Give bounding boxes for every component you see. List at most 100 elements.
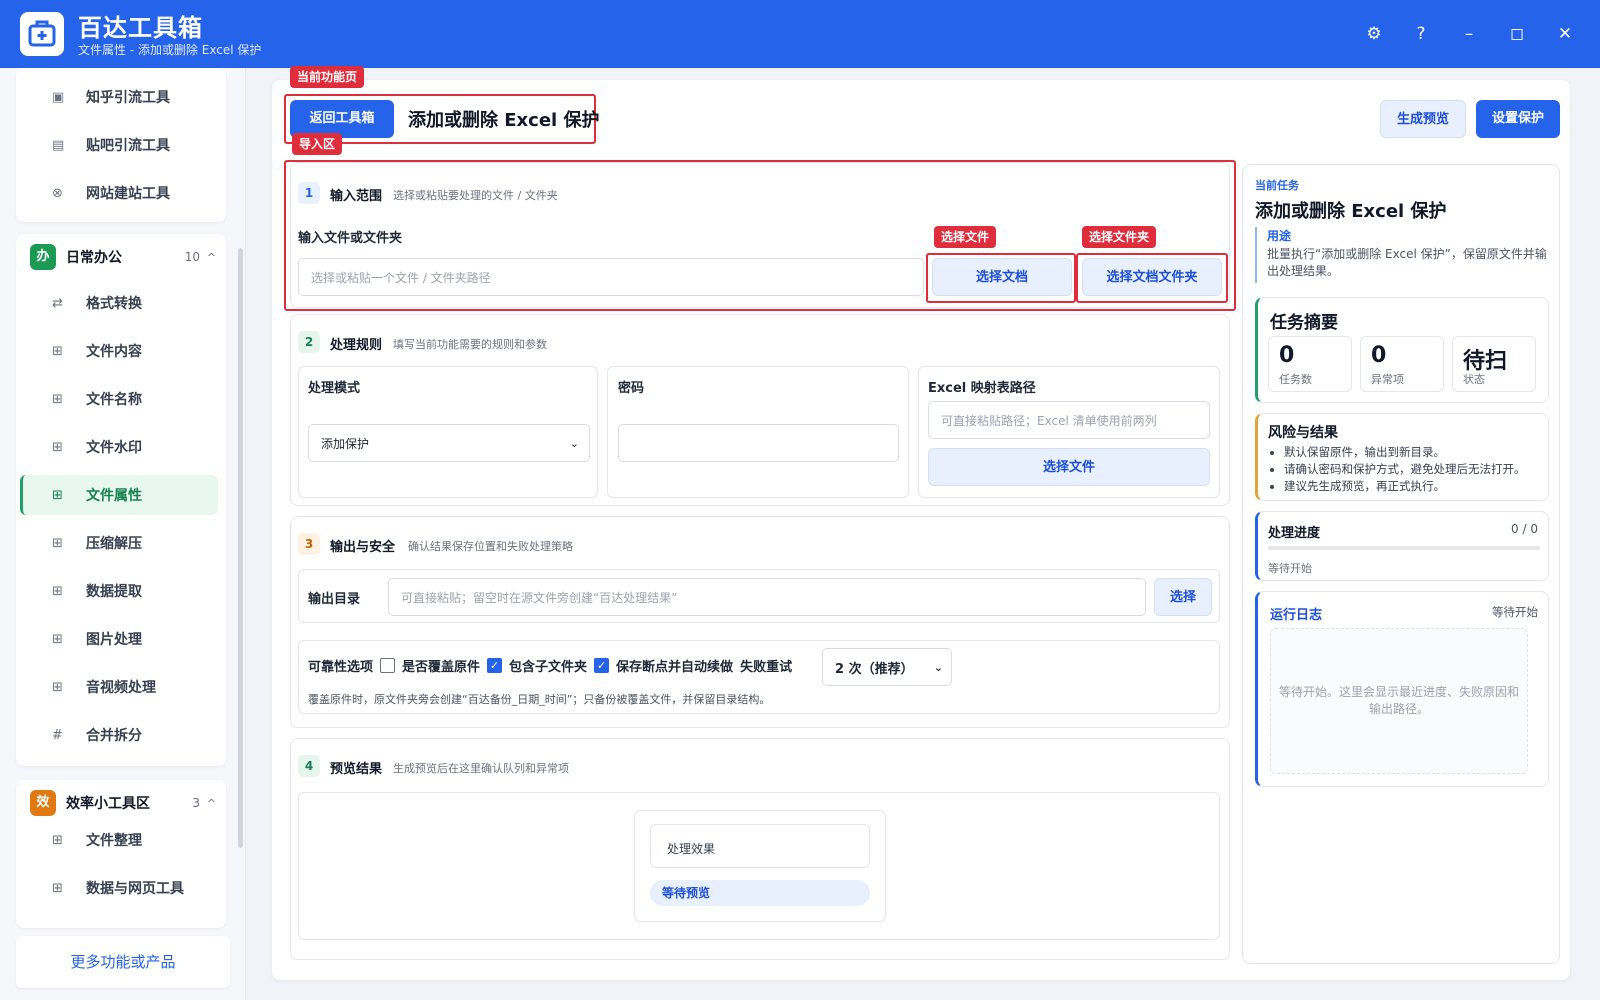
- sidebar-item-efficiency-1[interactable]: ⊞ 数据与网页工具: [20, 868, 218, 908]
- stat-status: 待扫 状态: [1452, 336, 1536, 392]
- tool-icon: ⊞: [52, 391, 63, 407]
- select-document-folder-button[interactable]: 选择文档文件夹: [1082, 258, 1222, 296]
- sidebar-item-label: 文件水印: [86, 440, 142, 456]
- log-output-area[interactable]: 等待开始。这里会显示最近进度、失败原因和输出路径。: [1270, 628, 1528, 774]
- progress-card: 处理进度 0 / 0 等待开始: [1255, 511, 1549, 581]
- tool-icon: ▤: [52, 137, 65, 153]
- tool-icon: ⊗: [52, 185, 63, 201]
- sidebar-item-label: 音视频处理: [86, 680, 156, 696]
- overwrite-checkbox[interactable]: [380, 658, 396, 673]
- mode-select[interactable]: 添加保护 ⌄: [308, 424, 590, 462]
- app-logo-icon: [20, 12, 64, 56]
- stat-task-count: 0 任务数: [1268, 336, 1352, 392]
- sidebar-item-label: 知乎引流工具: [86, 90, 170, 106]
- step2-title: 处理规则: [330, 338, 383, 353]
- subfolder-label: 包含子文件夹: [509, 660, 588, 675]
- more-products-link[interactable]: 更多功能或产品: [16, 936, 230, 988]
- help-icon[interactable]: ?: [1407, 20, 1435, 48]
- set-protection-button[interactable]: 设置保护: [1476, 100, 1560, 138]
- summary-card: 任务摘要 0 任务数 0 异常项 待扫 状态: [1255, 297, 1549, 403]
- input-path-field[interactable]: 选择或粘贴一个文件 / 文件夹路径: [298, 258, 924, 296]
- chevron-down-icon: ⌄: [569, 436, 579, 450]
- mode-label: 处理模式: [308, 381, 361, 396]
- tool-icon: ⇄: [52, 295, 63, 311]
- sidebar-item-office-6[interactable]: ⊞ 数据提取: [20, 571, 218, 611]
- subfolder-checkbox[interactable]: ✓: [487, 658, 503, 673]
- sidebar-item-label: 文件内容: [86, 344, 142, 360]
- settings-icon[interactable]: ⚙: [1360, 20, 1388, 48]
- password-field[interactable]: [618, 424, 899, 462]
- usage-label: 用途: [1267, 229, 1292, 243]
- close-icon[interactable]: ✕: [1551, 20, 1579, 48]
- mode-select-value: 添加保护: [321, 436, 370, 451]
- resume-checkbox[interactable]: ✓: [594, 658, 610, 673]
- sidebar-item-office-9[interactable]: # 合并拆分: [20, 715, 218, 755]
- task-kicker: 当前任务: [1255, 179, 1299, 192]
- title-bar: 百达工具箱 文件属性 - 添加或删除 Excel 保护 ⚙ ? – ◻ ✕: [0, 0, 1600, 68]
- sidebar-item-office-0[interactable]: ⇄ 格式转换: [20, 283, 218, 323]
- sidebar-item-office-5[interactable]: ⊞ 压缩解压: [20, 523, 218, 563]
- sidebar-item-label: 数据与网页工具: [86, 881, 184, 897]
- progress-status: 等待开始: [1268, 562, 1312, 575]
- sidebar-item-office-2[interactable]: ⊞ 文件名称: [20, 379, 218, 419]
- task-title: 添加或删除 Excel 保护: [1255, 201, 1447, 222]
- step3-desc: 确认结果保存位置和失败处理策略: [408, 540, 573, 553]
- output-select-button[interactable]: 选择: [1154, 578, 1212, 616]
- retry-label: 失败重试: [740, 660, 793, 675]
- select-document-button[interactable]: 选择文档: [932, 258, 1072, 296]
- progress-bar-track: [1268, 546, 1540, 550]
- group-header-efficiency[interactable]: 效 效率小工具区 3 ^: [16, 781, 226, 825]
- sidebar-scrollbar[interactable]: [238, 248, 243, 848]
- sidebar-item-office-7[interactable]: ⊞ 图片处理: [20, 619, 218, 659]
- stat-value: 0: [1279, 343, 1295, 368]
- stat-label: 状态: [1463, 373, 1485, 386]
- mapping-select-file-button[interactable]: 选择文件: [928, 448, 1210, 486]
- retry-select-value: 2 次（推荐）: [835, 661, 914, 677]
- group-badge: 效: [30, 790, 56, 816]
- group-header-office[interactable]: 办 日常办公 10 ^: [16, 235, 226, 279]
- chevron-up-icon: ^: [206, 250, 216, 264]
- log-title: 运行日志: [1270, 608, 1323, 623]
- sidebar-item-office-8[interactable]: ⊞ 音视频处理: [20, 667, 218, 707]
- sidebar-item-label: 图片处理: [86, 632, 142, 648]
- log-status: 等待开始: [1492, 605, 1538, 619]
- retry-select[interactable]: 2 次（推荐） ⌄: [822, 648, 952, 686]
- reliability-label: 可靠性选项: [308, 660, 374, 675]
- tool-icon: ⊞: [52, 679, 63, 695]
- stat-exception-count: 0 异常项: [1360, 336, 1444, 392]
- minimize-icon[interactable]: –: [1455, 20, 1483, 48]
- tool-icon: ⊞: [52, 439, 63, 455]
- preview-status-pill: 等待预览: [650, 880, 870, 906]
- stat-value: 0: [1371, 343, 1387, 368]
- stat-label: 异常项: [1371, 373, 1404, 386]
- sidebar-item-zhihu[interactable]: ▣ 知乎引流工具: [20, 77, 218, 117]
- progress-count: 0 / 0: [1511, 522, 1538, 536]
- risk-card: 风险与结果 默认保留原件，输出到新目录。 请确认密码和保护方式，避免处理后无法打…: [1255, 413, 1549, 501]
- tool-icon: ⊞: [52, 583, 63, 599]
- output-dir-field[interactable]: 可直接粘贴；留空时在源文件旁创建“百达处理结果”: [388, 578, 1146, 616]
- sidebar-item-office-1[interactable]: ⊞ 文件内容: [20, 331, 218, 371]
- step2-number: 2: [298, 331, 320, 353]
- step3-title: 输出与安全: [330, 540, 396, 555]
- tool-icon: ⊞: [52, 535, 63, 551]
- group-count: 3: [192, 796, 200, 810]
- input-path-label: 输入文件或文件夹: [298, 231, 403, 246]
- mapping-path-field[interactable]: 可直接粘贴路径；Excel 清单使用前两列: [928, 401, 1210, 439]
- sidebar-item-label: 文件属性: [86, 488, 142, 504]
- tag-current-page: 当前功能页: [290, 66, 365, 88]
- maximize-icon[interactable]: ◻: [1503, 20, 1531, 48]
- progress-title: 处理进度: [1268, 526, 1321, 541]
- sidebar-item-efficiency-0[interactable]: ⊞ 文件整理: [20, 820, 218, 860]
- tag-select-folder: 选择文件夹: [1082, 226, 1157, 248]
- sidebar-item-office-3[interactable]: ⊞ 文件水印: [20, 427, 218, 467]
- task-panel: 当前任务 添加或删除 Excel 保护 用途 批量执行“添加或删除 Excel …: [1242, 164, 1560, 964]
- overwrite-label: 是否覆盖原件: [402, 660, 481, 675]
- step3-number: 3: [298, 533, 320, 555]
- tool-icon: ⊞: [52, 343, 63, 359]
- tool-icon: ⊞: [52, 832, 63, 848]
- sidebar-item-office-4[interactable]: ⊞ 文件属性: [20, 475, 218, 515]
- resume-label: 保存断点并自动续做: [616, 660, 734, 675]
- sidebar-item-tieba[interactable]: ▤ 贴吧引流工具: [20, 125, 218, 165]
- generate-preview-button[interactable]: 生成预览: [1380, 100, 1466, 138]
- sidebar-item-website[interactable]: ⊗ 网站建站工具: [20, 173, 218, 213]
